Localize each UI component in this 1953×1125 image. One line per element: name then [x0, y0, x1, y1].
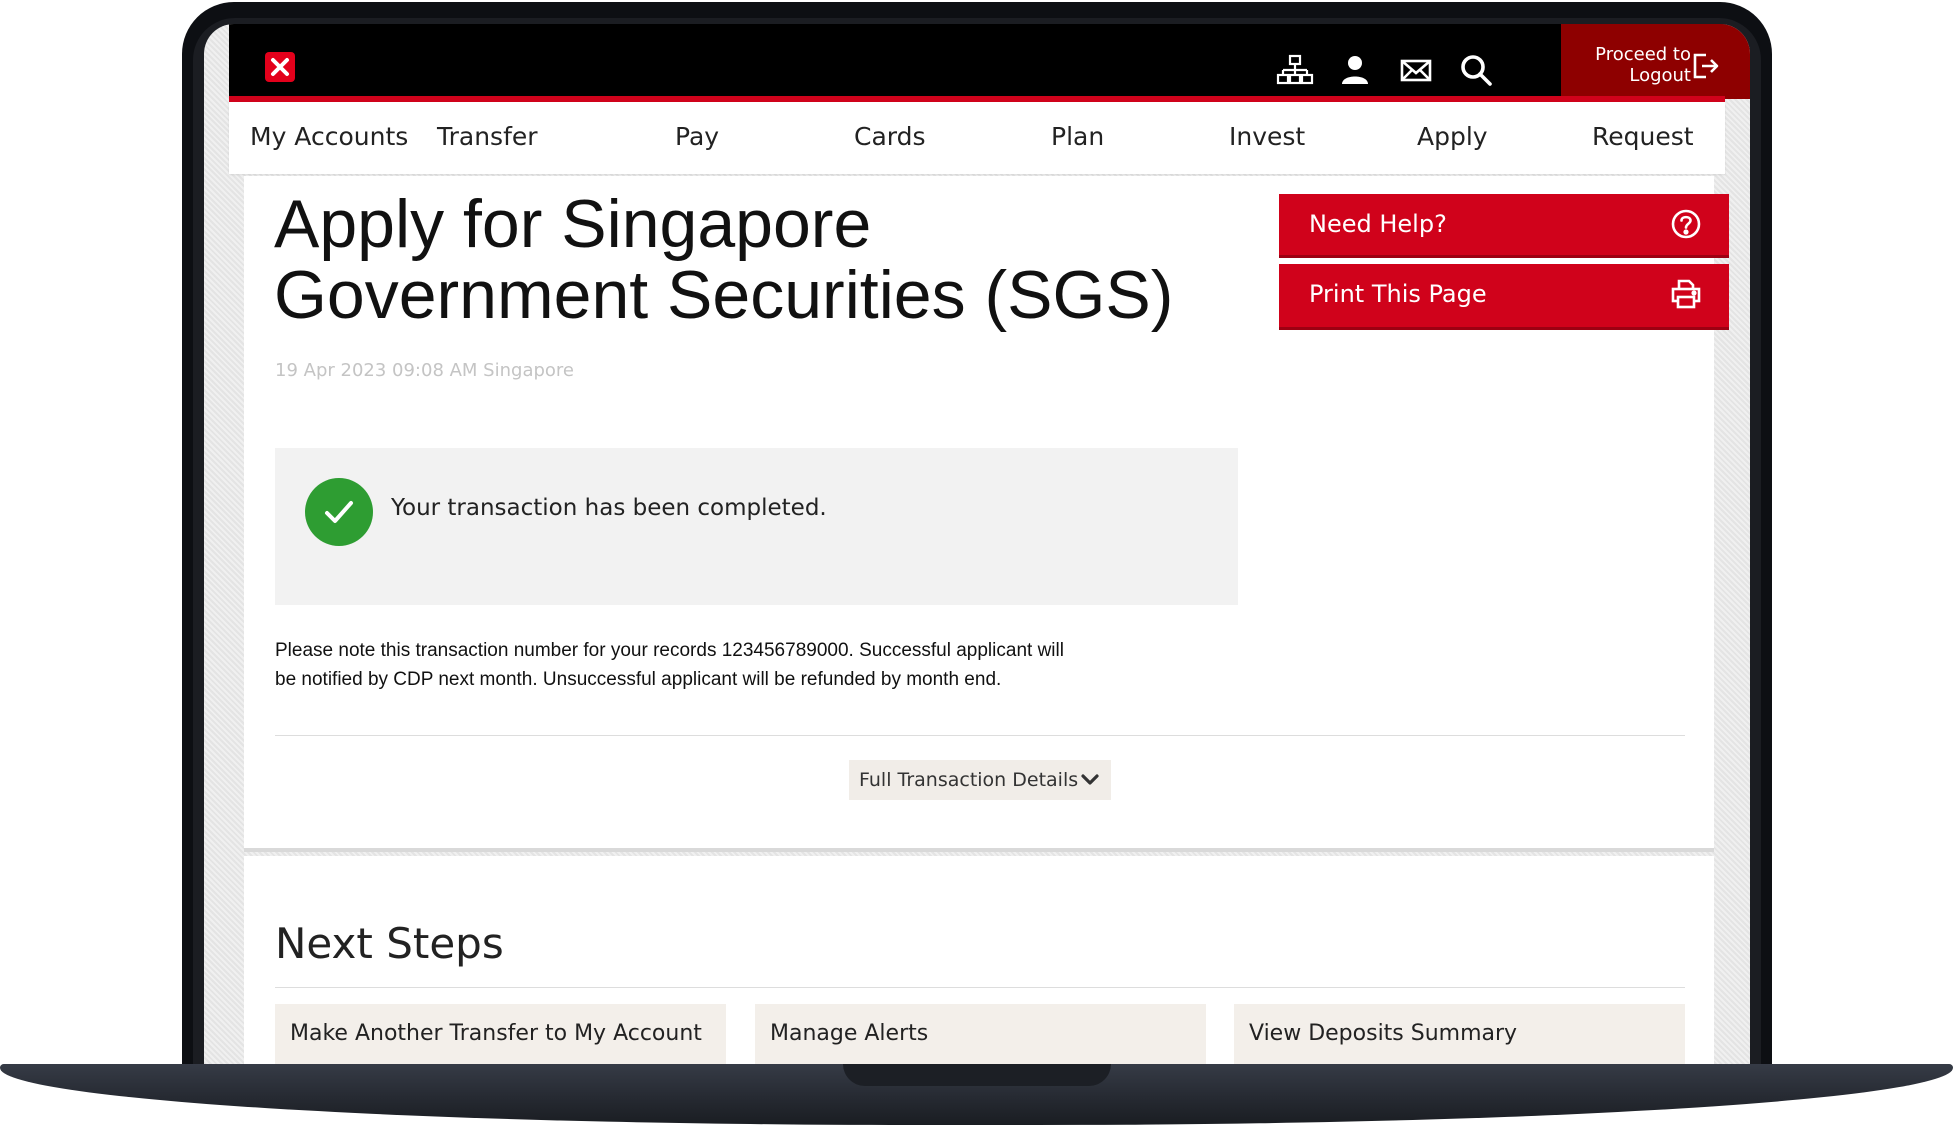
details-label: Full Transaction Details	[859, 769, 1079, 791]
main-nav: My Accounts Transfer Pay Cards Plan Inve…	[229, 102, 1725, 174]
print-page-button[interactable]: Print This Page	[1279, 264, 1729, 327]
next-step-label: View Deposits Summary	[1249, 1021, 1518, 1046]
next-step-make-transfer[interactable]: Make Another Transfer to My Account	[275, 1004, 726, 1067]
transaction-note: Please note this transaction number for …	[275, 640, 1064, 690]
nav-item-cards[interactable]: Cards	[854, 122, 926, 151]
logout-label: Proceed to Logout	[1595, 44, 1691, 86]
page-title: Apply for Singapore Government Securitie…	[274, 186, 1174, 333]
next-step-manage-alerts[interactable]: Manage Alerts	[755, 1004, 1206, 1067]
full-transaction-details-toggle[interactable]: Full Transaction Details	[849, 760, 1111, 800]
next-step-view-deposits[interactable]: View Deposits Summary	[1234, 1004, 1685, 1067]
logout-icon	[1692, 52, 1720, 85]
laptop-screen: Proceed to Logout My Accounts Transfer P…	[204, 24, 1750, 1067]
nav-item-request[interactable]: Request	[1592, 122, 1694, 151]
nav-item-my-accounts[interactable]: My Accounts	[250, 122, 408, 151]
nav-item-pay[interactable]: Pay	[675, 122, 719, 151]
nav-item-transfer[interactable]: Transfer	[437, 122, 538, 151]
sitemap-icon[interactable]	[1275, 50, 1315, 90]
top-bar: Proceed to Logout	[229, 24, 1750, 99]
laptop-base-notch	[843, 1064, 1111, 1086]
mail-icon[interactable]	[1396, 50, 1436, 90]
next-step-label: Make Another Transfer to My Account	[290, 1021, 702, 1046]
logout-button[interactable]: Proceed to Logout	[1561, 24, 1750, 99]
success-message-box: Your transaction has been completed.	[275, 448, 1238, 605]
checkmark-icon	[305, 478, 373, 546]
next-steps-title: Next Steps	[275, 919, 504, 968]
nav-item-apply[interactable]: Apply	[1417, 122, 1488, 151]
need-help-label: Need Help?	[1309, 210, 1447, 238]
printer-icon	[1669, 277, 1703, 316]
search-icon[interactable]	[1456, 50, 1496, 90]
chevron-down-icon	[1080, 772, 1100, 793]
next-step-label: Manage Alerts	[770, 1021, 929, 1046]
print-page-label: Print This Page	[1309, 280, 1487, 308]
nav-item-invest[interactable]: Invest	[1229, 122, 1305, 151]
timestamp: 19 Apr 2023 09:08 AM Singapore	[275, 360, 574, 381]
nav-item-plan[interactable]: Plan	[1051, 122, 1104, 151]
user-icon[interactable]	[1335, 50, 1375, 90]
panel-divider	[244, 848, 1714, 852]
question-icon	[1669, 207, 1703, 246]
bank-logo[interactable]	[265, 52, 295, 82]
divider	[275, 735, 1685, 736]
success-message: Your transaction has been completed.	[391, 495, 827, 521]
divider	[275, 987, 1685, 988]
need-help-button[interactable]: Need Help?	[1279, 194, 1729, 255]
